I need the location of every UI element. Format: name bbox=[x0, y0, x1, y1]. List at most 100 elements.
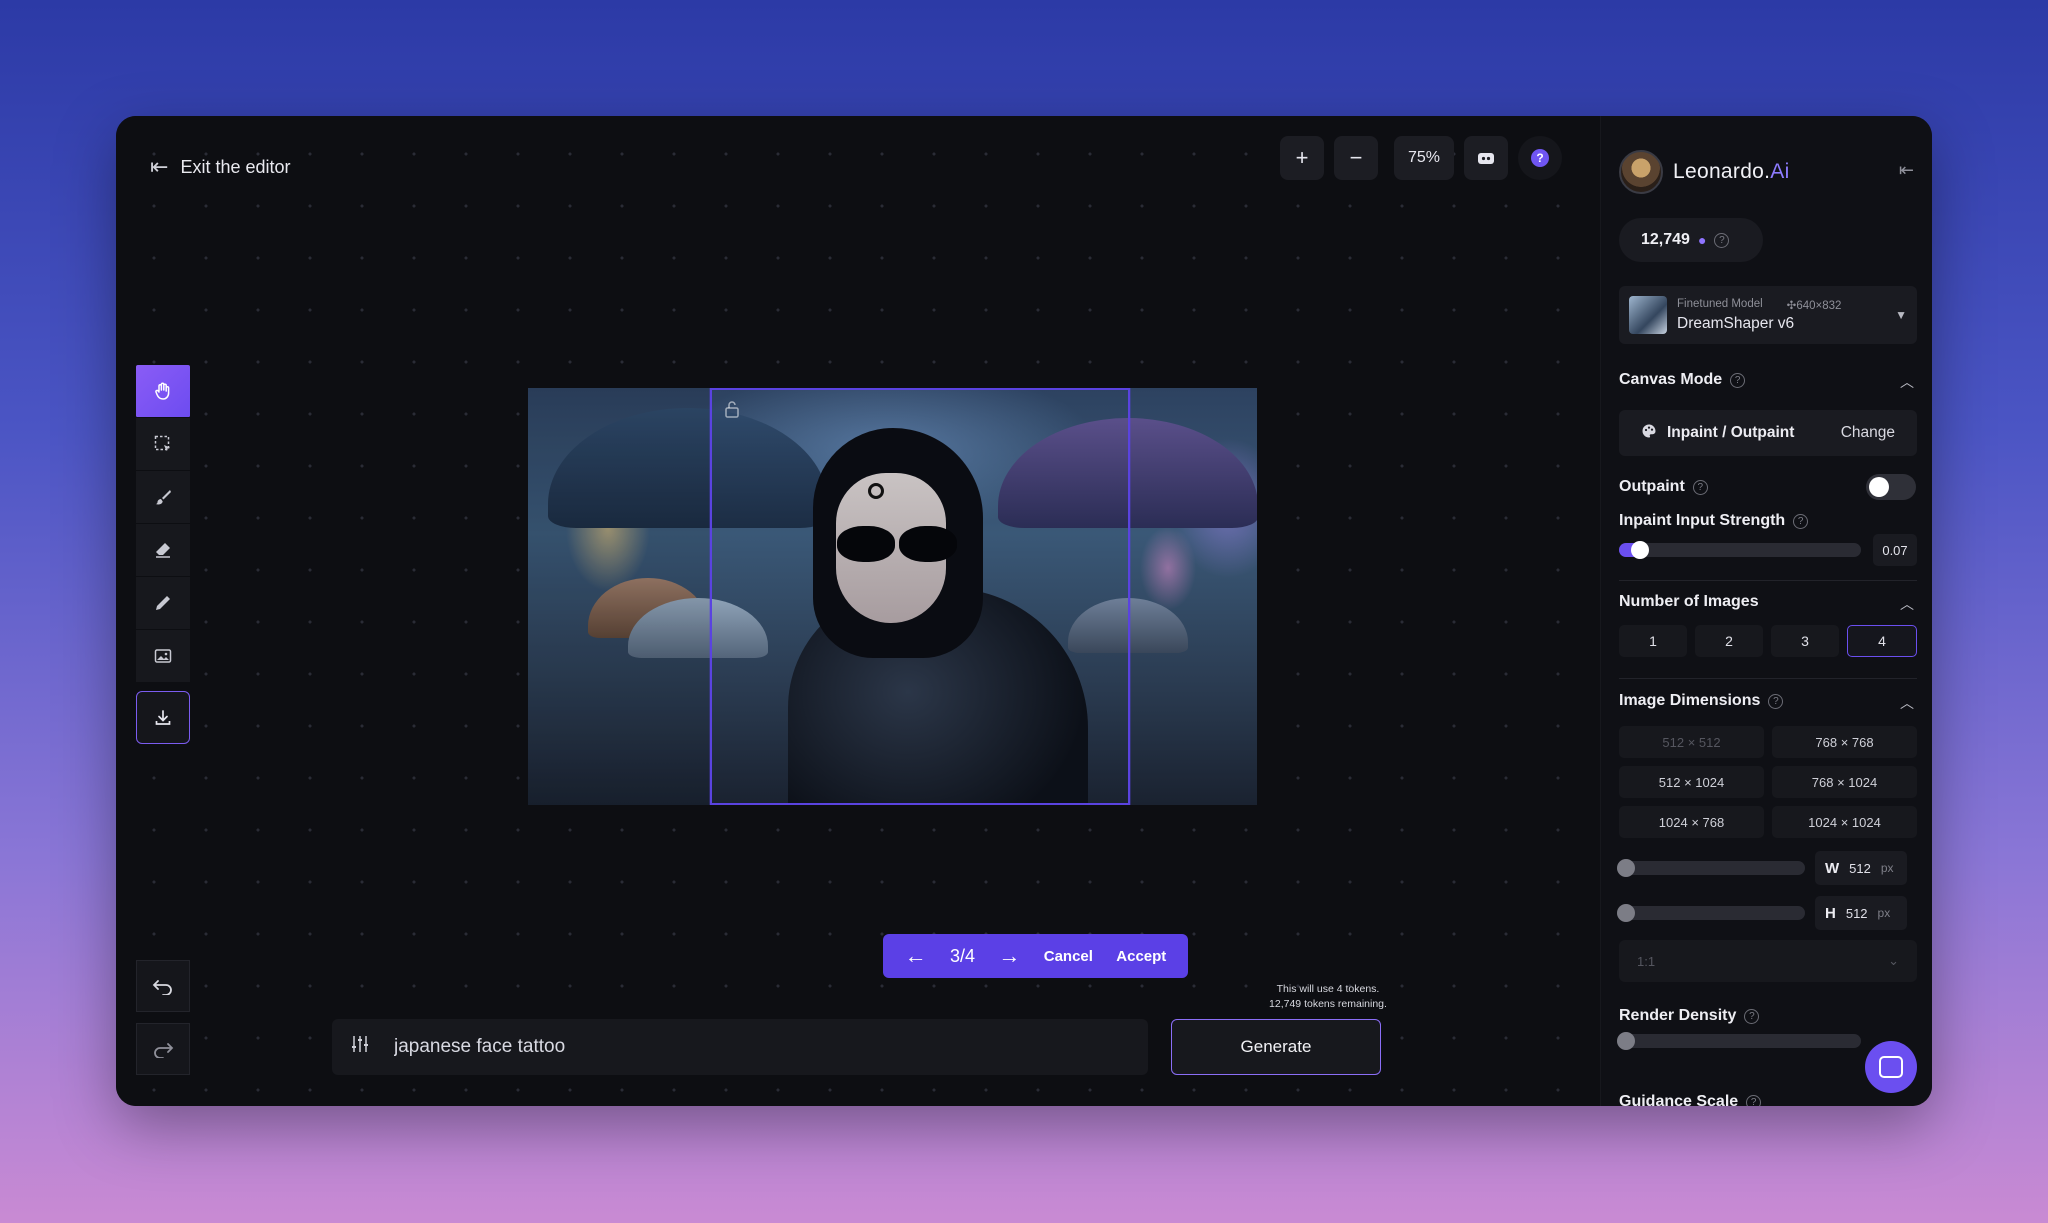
model-thumbnail bbox=[1629, 296, 1667, 334]
result-position: 3/4 bbox=[950, 945, 976, 966]
zoom-level[interactable]: 75% bbox=[1394, 136, 1454, 180]
aspect-ratio-value: 1:1 bbox=[1637, 953, 1656, 969]
dimension-option[interactable]: 1024 × 1024 bbox=[1772, 806, 1917, 838]
redo-icon bbox=[154, 1043, 174, 1058]
brush-tool[interactable] bbox=[136, 471, 190, 524]
width-field[interactable]: W 512 px bbox=[1815, 851, 1907, 885]
num-images-option-2[interactable]: 2 bbox=[1695, 625, 1763, 657]
eraser-tool[interactable] bbox=[136, 524, 190, 577]
cancel-button[interactable]: Cancel bbox=[1044, 948, 1093, 965]
num-images-option-4[interactable]: 4 bbox=[1847, 625, 1917, 657]
help-button[interactable]: ? bbox=[1518, 136, 1562, 180]
accept-button[interactable]: Accept bbox=[1116, 948, 1166, 965]
model-selector[interactable]: Finetuned Model ✣640×832 DreamShaper v6 ▼ bbox=[1619, 286, 1917, 344]
help-circle-icon[interactable]: ? bbox=[1714, 232, 1730, 248]
token-count: 12,749 bbox=[1641, 231, 1690, 248]
slider-handle[interactable] bbox=[1631, 541, 1649, 559]
image-tool[interactable] bbox=[136, 630, 190, 683]
chevron-up-icon[interactable]: ︿ bbox=[1900, 693, 1914, 713]
outpaint-region bbox=[528, 388, 710, 805]
lock-icon[interactable] bbox=[724, 400, 740, 423]
select-tool[interactable] bbox=[136, 418, 190, 471]
undo-button[interactable] bbox=[136, 960, 190, 1012]
prompt-settings-button[interactable] bbox=[350, 1034, 370, 1060]
select-icon bbox=[154, 435, 170, 451]
undo-icon bbox=[152, 980, 172, 995]
chat-icon bbox=[1879, 1056, 1903, 1078]
width-slider[interactable] bbox=[1617, 859, 1805, 877]
change-mode-button[interactable]: Change bbox=[1841, 424, 1895, 442]
outpaint-toggle[interactable] bbox=[1866, 474, 1916, 500]
model-name: DreamShaper v6 bbox=[1677, 314, 1795, 332]
chevron-up-icon[interactable]: ︿ bbox=[1900, 594, 1914, 614]
brand: Leonardo.Ai bbox=[1619, 150, 1790, 194]
help-circle-icon[interactable]: ? bbox=[1768, 693, 1784, 709]
slider-handle[interactable] bbox=[1617, 1032, 1635, 1050]
discord-icon bbox=[1478, 153, 1494, 164]
height-slider[interactable] bbox=[1617, 904, 1805, 922]
dimension-option[interactable]: 512 × 1024 bbox=[1619, 766, 1764, 798]
selection-frame[interactable] bbox=[710, 388, 1130, 805]
token-usage: This will use 4 tokens. bbox=[1276, 983, 1380, 995]
slider-handle[interactable] bbox=[1617, 904, 1635, 922]
settings-panel: Leonardo.Ai ⇤ 12,749 ● ? Finetuned Model… bbox=[1600, 116, 1932, 1106]
canvas-image[interactable] bbox=[528, 388, 1257, 805]
aspect-ratio-select[interactable]: 1:1 ⌄ bbox=[1619, 940, 1917, 982]
zoom-in-button[interactable]: + bbox=[1280, 136, 1324, 180]
exit-arrow-icon: ⇤ bbox=[150, 154, 169, 179]
num-images-options: 1 2 3 4 bbox=[1619, 625, 1917, 657]
inpaint-strength-slider[interactable] bbox=[1619, 541, 1861, 559]
inpaint-strength-label: Inpaint Input Strength? bbox=[1619, 512, 1809, 530]
help-circle-icon[interactable]: ? bbox=[1744, 1008, 1760, 1024]
help-circle-icon[interactable]: ? bbox=[1730, 372, 1746, 388]
token-remaining: 12,749 tokens remaining. bbox=[1269, 998, 1387, 1010]
model-meta: Finetuned Model ✣640×832 DreamShaper v6 bbox=[1677, 298, 1885, 333]
render-density-slider[interactable] bbox=[1617, 1032, 1861, 1050]
slider-handle[interactable] bbox=[1617, 859, 1635, 877]
chevron-up-icon[interactable]: ︿ bbox=[1900, 372, 1914, 392]
pencil-icon bbox=[156, 596, 170, 610]
guidance-scale-label: Guidance Scale? bbox=[1619, 1093, 1762, 1106]
avatar[interactable] bbox=[1619, 150, 1663, 194]
prompt-bar bbox=[332, 1019, 1148, 1075]
dimension-option[interactable]: 1024 × 768 bbox=[1619, 806, 1764, 838]
prompt-input[interactable] bbox=[394, 1036, 994, 1058]
render-density-label: Render Density? bbox=[1619, 1007, 1760, 1025]
editor-window: ⇤ Exit the editor + − 75% ? ← 3/4 → Canc… bbox=[116, 116, 1932, 1106]
collapse-panel-icon[interactable]: ⇤ bbox=[1899, 160, 1914, 181]
download-icon bbox=[155, 709, 171, 725]
canvas-area[interactable]: ⇤ Exit the editor + − 75% ? ← 3/4 → Canc… bbox=[116, 116, 1600, 1106]
discord-button[interactable] bbox=[1464, 136, 1508, 180]
tool-rail bbox=[136, 365, 190, 744]
download-tool[interactable] bbox=[136, 691, 190, 744]
prev-result-button[interactable]: ← bbox=[905, 943, 927, 969]
token-notice: This will use 4 tokens. 12,749 tokens re… bbox=[1228, 982, 1428, 1012]
model-size: ✣640×832 bbox=[1786, 299, 1842, 312]
help-circle-icon[interactable]: ? bbox=[1746, 1094, 1762, 1106]
zoom-out-button[interactable]: − bbox=[1334, 136, 1378, 180]
pencil-tool[interactable] bbox=[136, 577, 190, 630]
hand-tool[interactable] bbox=[136, 365, 190, 418]
redo-button[interactable] bbox=[136, 1023, 190, 1075]
hand-icon bbox=[155, 382, 170, 400]
dimension-option[interactable]: 768 × 768 bbox=[1772, 726, 1917, 758]
inpaint-strength-value[interactable]: 0.07 bbox=[1873, 534, 1917, 566]
brand-name: Leonardo.Ai bbox=[1673, 160, 1790, 183]
dimension-option[interactable]: 768 × 1024 bbox=[1772, 766, 1917, 798]
chat-support-button[interactable] bbox=[1865, 1041, 1917, 1093]
num-images-option-1[interactable]: 1 bbox=[1619, 625, 1687, 657]
image-dimensions-title: Image Dimensions? bbox=[1619, 692, 1784, 710]
generate-button[interactable]: Generate bbox=[1171, 1019, 1381, 1075]
sliders-icon bbox=[352, 1036, 368, 1052]
model-type: Finetuned Model bbox=[1677, 297, 1763, 310]
exit-editor-link[interactable]: ⇤ Exit the editor bbox=[150, 154, 291, 180]
canvas-mode-title: Canvas Mode? bbox=[1619, 371, 1746, 389]
next-result-button[interactable]: → bbox=[998, 943, 1020, 969]
height-field[interactable]: H 512 px bbox=[1815, 896, 1907, 930]
chevron-down-icon: ▼ bbox=[1895, 308, 1907, 322]
dimension-option[interactable]: 512 × 512 bbox=[1619, 726, 1764, 758]
help-circle-icon[interactable]: ? bbox=[1793, 513, 1809, 529]
num-images-option-3[interactable]: 3 bbox=[1771, 625, 1839, 657]
token-balance: 12,749 ● ? bbox=[1619, 218, 1763, 262]
help-circle-icon[interactable]: ? bbox=[1692, 479, 1708, 495]
